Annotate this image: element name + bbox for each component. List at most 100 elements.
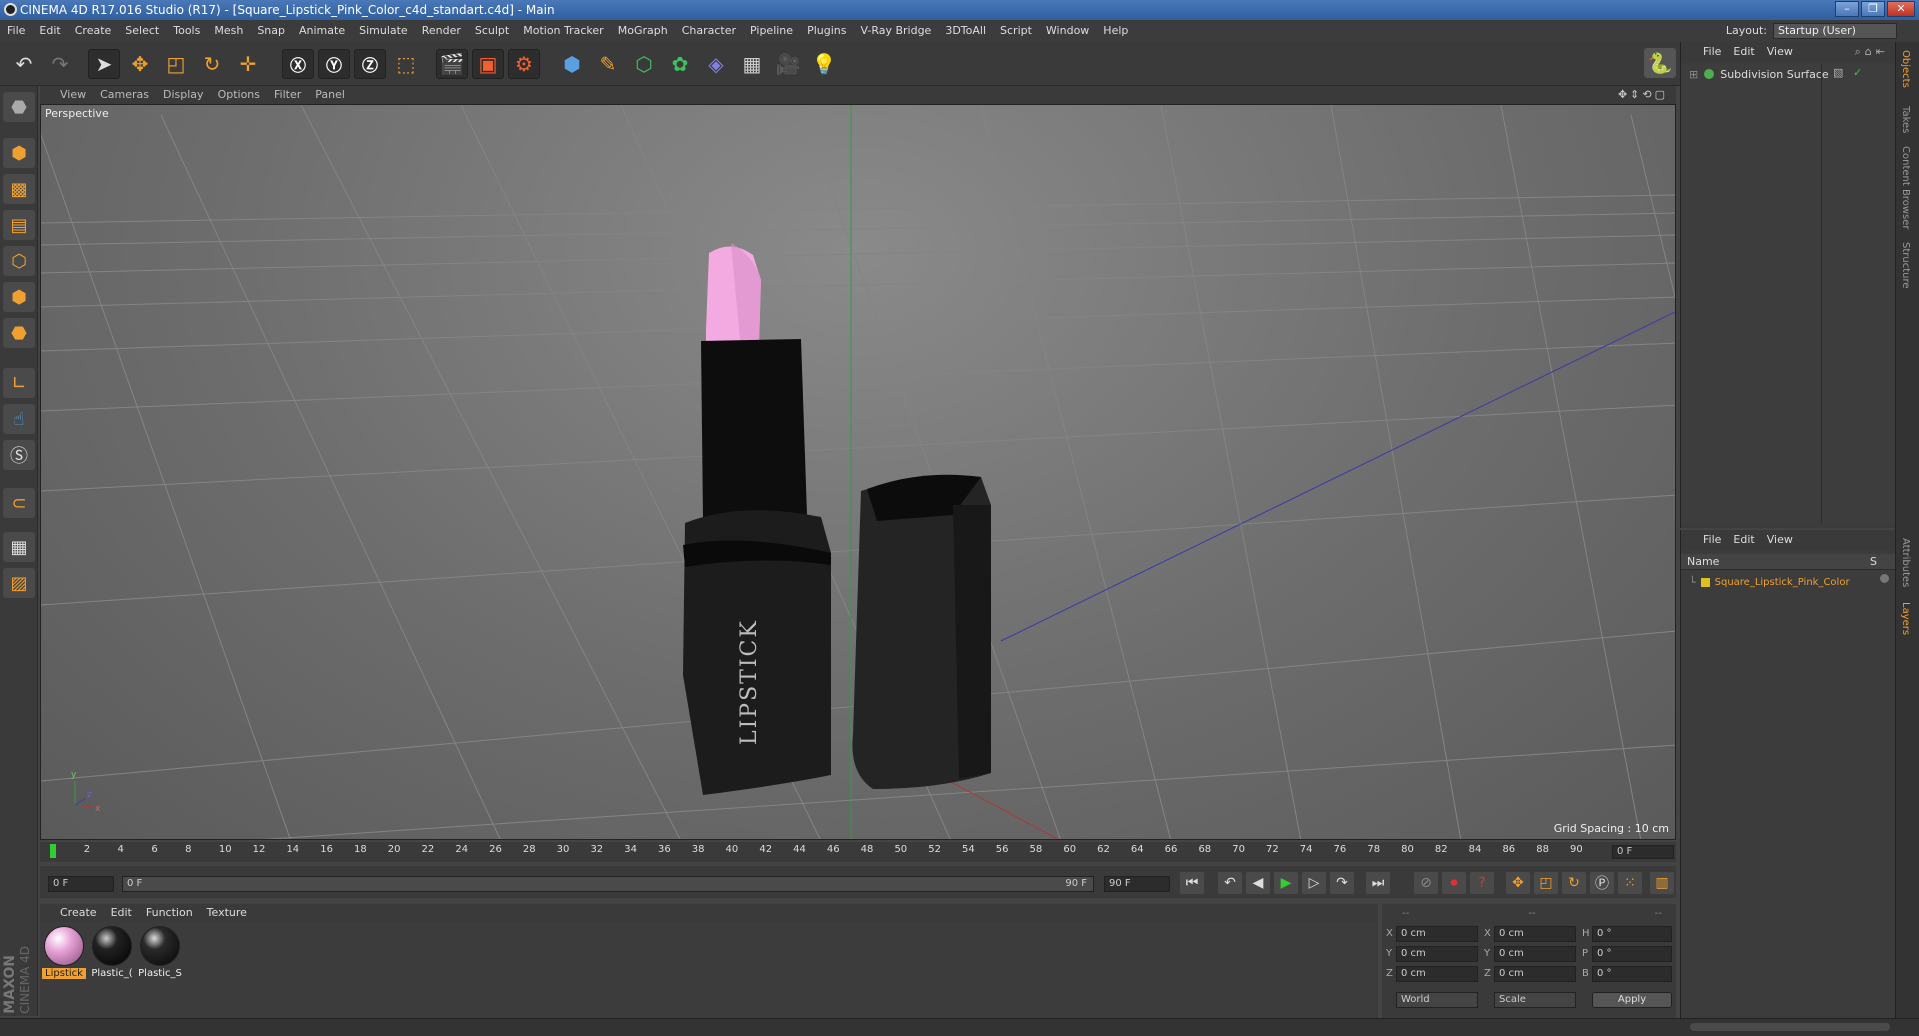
size-z-field[interactable]: 0 cm [1494, 966, 1576, 982]
render-settings-icon[interactable]: ⚙ [508, 49, 540, 79]
expand-icon[interactable]: ⊞ [1689, 68, 1698, 81]
layer-menu-edit[interactable]: Edit [1727, 530, 1760, 550]
current-frame-field[interactable]: 0 F [1612, 845, 1674, 859]
viewport-menu-view[interactable]: View [40, 86, 93, 104]
workplane-lock-icon[interactable]: ▦ [3, 532, 35, 562]
menu-simulate[interactable]: Simulate [352, 20, 415, 42]
key-rotation-icon[interactable]: ↻ [1562, 872, 1586, 894]
floor-scene-icon[interactable]: ▦ [736, 49, 768, 79]
previous-key-icon[interactable]: ↶ [1218, 872, 1242, 894]
end-frame-field[interactable]: 90 F [1104, 876, 1170, 892]
light-icon[interactable]: 💡 [808, 49, 840, 79]
key-position-icon[interactable]: ✥ [1506, 872, 1530, 894]
z-axis-lock-icon[interactable]: Ⓩ [354, 49, 386, 79]
deformer-icon[interactable]: ◈ [700, 49, 732, 79]
material-plastic-1[interactable]: Plastic_( [90, 926, 134, 986]
axis-mode-icon[interactable]: ∟ [3, 368, 35, 398]
texture-mode-icon[interactable]: ▩ [3, 174, 35, 204]
model-mode-icon[interactable]: ⬢ [3, 138, 35, 168]
layer-menu-file[interactable]: File [1689, 530, 1727, 550]
apply-button[interactable]: Apply [1592, 992, 1672, 1008]
menu-tools[interactable]: Tools [166, 20, 207, 42]
points-mode-icon[interactable]: ⬡ [3, 246, 35, 276]
record-keys-icon[interactable]: ⊘ [1414, 872, 1438, 894]
x-axis-lock-icon[interactable]: Ⓧ [282, 49, 314, 79]
material-menu-create[interactable]: Create [40, 904, 104, 922]
rotation-b-field[interactable]: 0 ° [1592, 966, 1672, 982]
menu-vray-bridge[interactable]: V-Ray Bridge [853, 20, 938, 42]
object-menu-view[interactable]: View [1761, 42, 1799, 62]
tab-objects[interactable]: Objects [1900, 50, 1911, 88]
menu-window[interactable]: Window [1039, 20, 1096, 42]
next-frame-icon[interactable]: ▷ [1302, 872, 1326, 894]
timeline-ruler[interactable]: 0246810121416182022242628303234363840424… [40, 842, 1676, 862]
material-menu-function[interactable]: Function [139, 904, 200, 922]
material-lipstick[interactable]: Lipstick [42, 926, 86, 986]
key-scale-icon[interactable]: ◰ [1534, 872, 1558, 894]
object-menu-file[interactable]: File [1689, 42, 1727, 62]
position-z-field[interactable]: 0 cm [1396, 966, 1478, 982]
position-x-field[interactable]: 0 cm [1396, 926, 1478, 942]
scale-tool-icon[interactable]: ◰ [160, 49, 192, 79]
playhead-marker[interactable] [50, 844, 56, 858]
next-key-icon[interactable]: ↷ [1330, 872, 1354, 894]
coordinate-system-icon[interactable]: ⬚ [390, 49, 422, 79]
play-icon[interactable]: ▶ [1274, 872, 1298, 894]
object-visibility-icon[interactable]: ▧ [1833, 66, 1843, 79]
quantize-icon[interactable]: ▨ [3, 568, 35, 598]
edges-mode-icon[interactable]: ⬢ [3, 282, 35, 312]
material-plastic-2[interactable]: Plastic_S [138, 926, 182, 986]
frame-range-slider[interactable]: 0 F 90 F [122, 876, 1094, 892]
tab-structure[interactable]: Structure [1900, 242, 1911, 289]
lipstick-inner-tube[interactable] [701, 339, 807, 519]
redo-icon[interactable]: ↷ [44, 49, 76, 79]
spline-pen-icon[interactable]: ✎ [592, 49, 624, 79]
menu-select[interactable]: Select [118, 20, 166, 42]
rotate-tool-icon[interactable]: ↻ [196, 49, 228, 79]
go-to-end-icon[interactable]: ⏭ [1366, 872, 1390, 894]
perspective-viewport[interactable]: LIPSTICK y x z Perspective Grid Spacing … [40, 104, 1676, 840]
python-icon[interactable]: 🐍 [1644, 48, 1676, 78]
position-y-field[interactable]: 0 cm [1396, 946, 1478, 962]
menu-script[interactable]: Script [993, 20, 1039, 42]
menu-animate[interactable]: Animate [292, 20, 352, 42]
object-row-subdivision-surface[interactable]: ⊞ Subdivision Surface [1689, 66, 1829, 82]
autokey-icon[interactable]: ⏺ [1442, 872, 1466, 894]
workplane-mode-icon[interactable]: ▤ [3, 210, 35, 240]
horizontal-scrollbar[interactable] [1690, 1023, 1890, 1031]
key-parameter-icon[interactable]: Ⓟ [1590, 872, 1614, 894]
cloner-icon[interactable]: ✿ [664, 49, 696, 79]
snap-magnet-icon[interactable]: ⊂ [3, 488, 35, 518]
select-arrow-icon[interactable]: ➤ [88, 49, 120, 79]
undo-icon[interactable]: ↶ [8, 49, 40, 79]
viewport-menu-options[interactable]: Options [211, 86, 267, 104]
render-picture-viewer-icon[interactable]: ▣ [472, 49, 504, 79]
size-x-field[interactable]: 0 cm [1494, 926, 1576, 942]
tweak-mode-icon[interactable]: ☝ [3, 404, 35, 434]
menu-mesh[interactable]: Mesh [207, 20, 250, 42]
start-frame-field[interactable]: 0 F [48, 876, 114, 892]
tab-takes[interactable]: Takes [1900, 106, 1911, 133]
keyframe-selection-icon[interactable]: ? [1470, 872, 1494, 894]
menu-help[interactable]: Help [1096, 20, 1135, 42]
tab-attributes[interactable]: Attributes [1900, 538, 1911, 587]
camera-icon[interactable]: 🎥 [772, 49, 804, 79]
menu-3dtoall[interactable]: 3DToAll [938, 20, 993, 42]
transform-tool-icon[interactable]: ✛ [232, 49, 264, 79]
menu-character[interactable]: Character [675, 20, 743, 42]
go-to-start-icon[interactable]: ⏮ [1180, 872, 1204, 894]
menu-pipeline[interactable]: Pipeline [743, 20, 800, 42]
viewport-menu-display[interactable]: Display [156, 86, 211, 104]
menu-mograph[interactable]: MoGraph [611, 20, 675, 42]
layer-row[interactable]: └ Square_Lipstick_Pink_Color [1689, 574, 1850, 590]
rotation-p-field[interactable]: 0 ° [1592, 946, 1672, 962]
viewport-nav-icons[interactable]: ✥⇕⟲▢ [1618, 86, 1668, 104]
object-manager-tool-icons[interactable]: ⌕⌂⇤ [1855, 42, 1889, 62]
menu-motion-tracker[interactable]: Motion Tracker [516, 20, 610, 42]
subdivision-nurbs-icon[interactable]: ⬡ [628, 49, 660, 79]
size-mode-dropdown[interactable]: Scale [1494, 992, 1576, 1008]
menu-sculpt[interactable]: Sculpt [468, 20, 516, 42]
menu-plugins[interactable]: Plugins [800, 20, 853, 42]
menu-create[interactable]: Create [68, 20, 119, 42]
coordinate-mode-dropdown[interactable]: World [1396, 992, 1478, 1008]
